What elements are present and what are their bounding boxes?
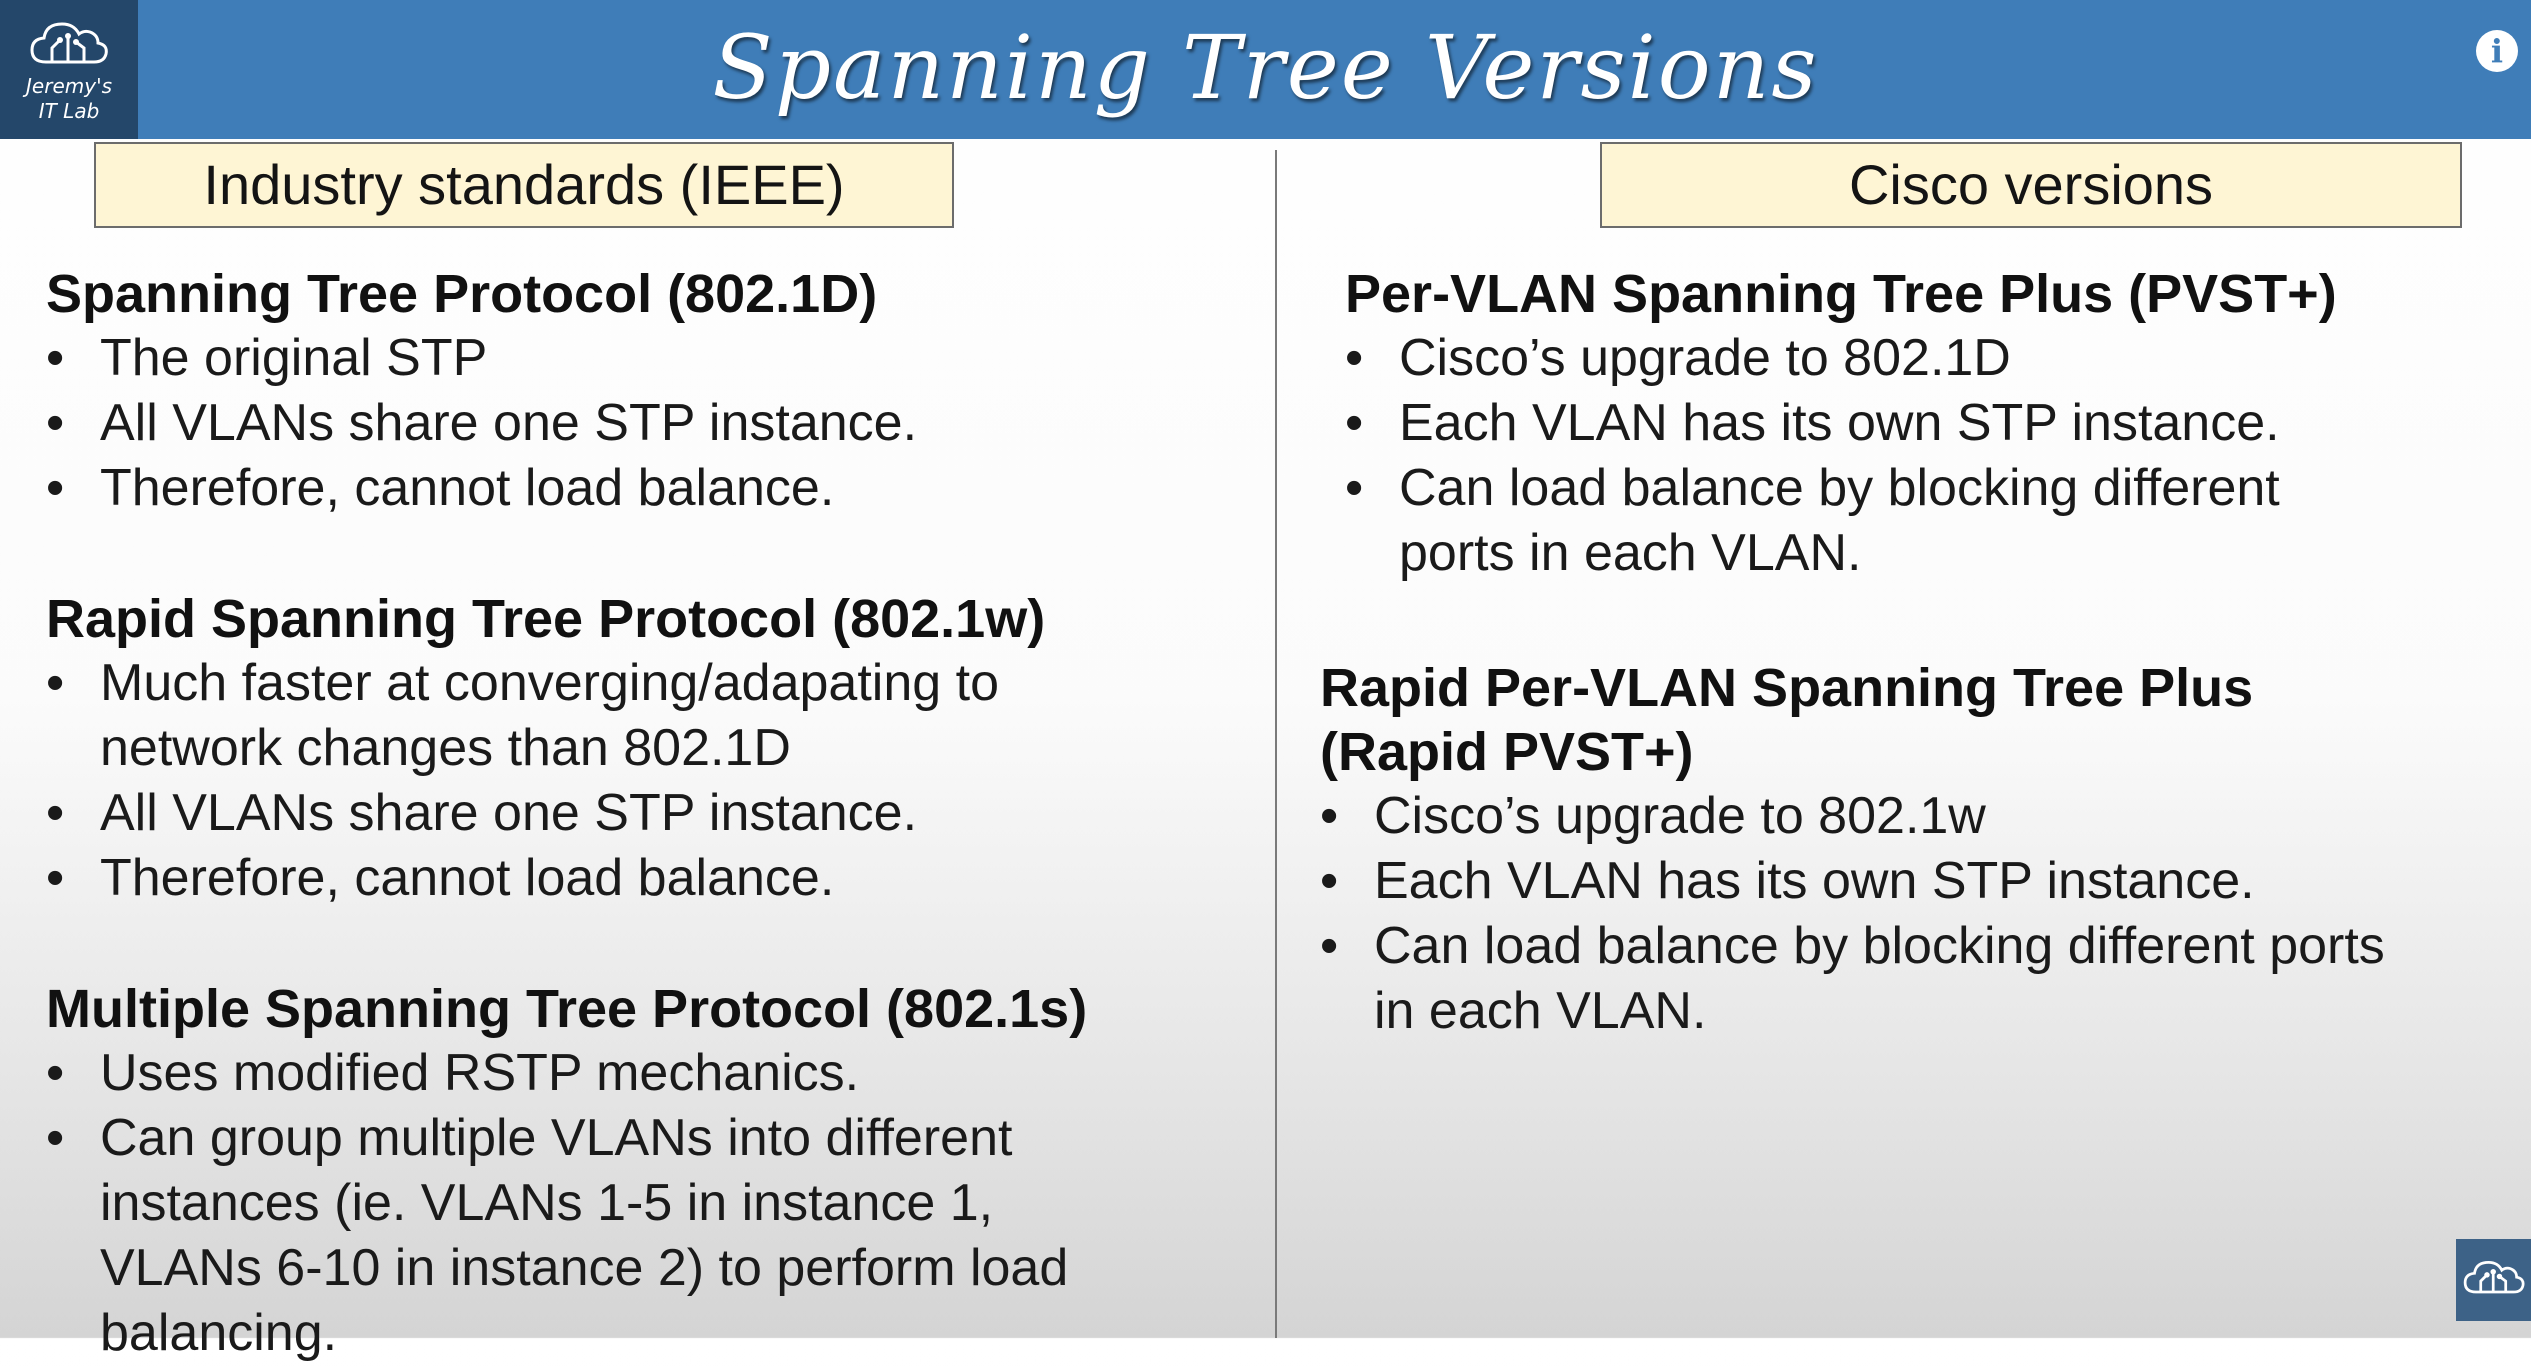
bullet-icon: • xyxy=(1320,787,1339,845)
bullet-icon: • xyxy=(1345,329,1364,387)
bullet-icon: • xyxy=(46,1109,65,1167)
ieee-column: Spanning Tree Protocol (802.1D) • The ori… xyxy=(46,262,1246,1366)
list-item: • The original STP xyxy=(46,326,1246,391)
cloud-circuit-icon xyxy=(2463,1261,2525,1294)
list-item: • Can group multiple VLANs into different… xyxy=(46,1106,1246,1366)
column-divider xyxy=(1275,150,1277,1338)
bullet-icon: • xyxy=(46,849,65,907)
cisco-column-rapid-pvst: Rapid Per-VLAN Spanning Tree Plus (Rapid … xyxy=(1320,656,2520,1044)
section-heading-rapid-pvst: Rapid Per-VLAN Spanning Tree Plus (Rapid … xyxy=(1320,658,2254,782)
list-item: • Uses modified RSTP mechanics. xyxy=(46,1041,1246,1106)
bullet-icon: • xyxy=(46,654,65,712)
info-icon[interactable]: i xyxy=(2476,30,2518,72)
cisco-versions-box: Cisco versions xyxy=(1600,142,2462,228)
cisco-column-pvst: Per-VLAN Spanning Tree Plus (PVST+) • Cis… xyxy=(1345,262,2505,586)
slide-title: Spanning Tree Versions xyxy=(712,16,1819,119)
bullet-icon: • xyxy=(1345,459,1364,517)
list-item: • Can load balance by blocking different p… xyxy=(1345,456,2505,586)
bullet-icon: • xyxy=(1320,917,1339,975)
bullet-icon: • xyxy=(1345,394,1364,452)
list-item: • All VLANs share one STP instance. xyxy=(46,391,1246,456)
section-heading-mstp: Multiple Spanning Tree Protocol (802.1s) xyxy=(46,979,1088,1039)
list-item: • Can load balance by blocking different … xyxy=(1320,914,2520,1044)
bullet-list-rapid-pvst: • Cisco’s upgrade to 802.1w • Each VLAN ha… xyxy=(1320,784,2520,1044)
bullet-list-pvst: • Cisco’s upgrade to 802.1D • Each VLAN ha… xyxy=(1345,326,2505,586)
list-item: • Therefore, cannot load balance. xyxy=(46,846,1246,911)
bullet-icon: • xyxy=(46,784,65,842)
bullet-list-stp: • The original STP • All VLANs share one S… xyxy=(46,326,1246,521)
bullet-icon: • xyxy=(1320,852,1339,910)
bullet-list-rstp: • Much faster at converging/adapating to n… xyxy=(46,651,1246,911)
bullet-list-mstp: • Uses modified RSTP mechanics. • Can grou… xyxy=(46,1041,1246,1366)
bullet-icon: • xyxy=(46,1044,65,1102)
list-item: • Cisco’s upgrade to 802.1w xyxy=(1320,784,2520,849)
list-item: • Cisco’s upgrade to 802.1D xyxy=(1345,326,2505,391)
section-heading-pvst: Per-VLAN Spanning Tree Plus (PVST+) xyxy=(1345,264,2337,324)
bullet-icon: • xyxy=(46,394,65,452)
bullet-icon: • xyxy=(46,459,65,517)
bullet-icon: • xyxy=(46,329,65,387)
section-heading-rstp: Rapid Spanning Tree Protocol (802.1w) xyxy=(46,589,1046,649)
list-item: • All VLANs share one STP instance. xyxy=(46,781,1246,846)
header-bar: Jeremy's IT Lab Spanning Tree Versions i xyxy=(0,0,2531,139)
list-item: • Much faster at converging/adapating to n… xyxy=(46,651,1246,781)
section-heading-stp: Spanning Tree Protocol (802.1D) xyxy=(46,264,878,324)
ieee-standards-box: Industry standards (IEEE) xyxy=(94,142,954,228)
list-item: • Therefore, cannot load balance. xyxy=(46,456,1246,521)
corner-logo[interactable] xyxy=(2456,1239,2531,1321)
list-item: • Each VLAN has its own STP instance. xyxy=(1320,849,2520,914)
list-item: • Each VLAN has its own STP instance. xyxy=(1345,391,2505,456)
